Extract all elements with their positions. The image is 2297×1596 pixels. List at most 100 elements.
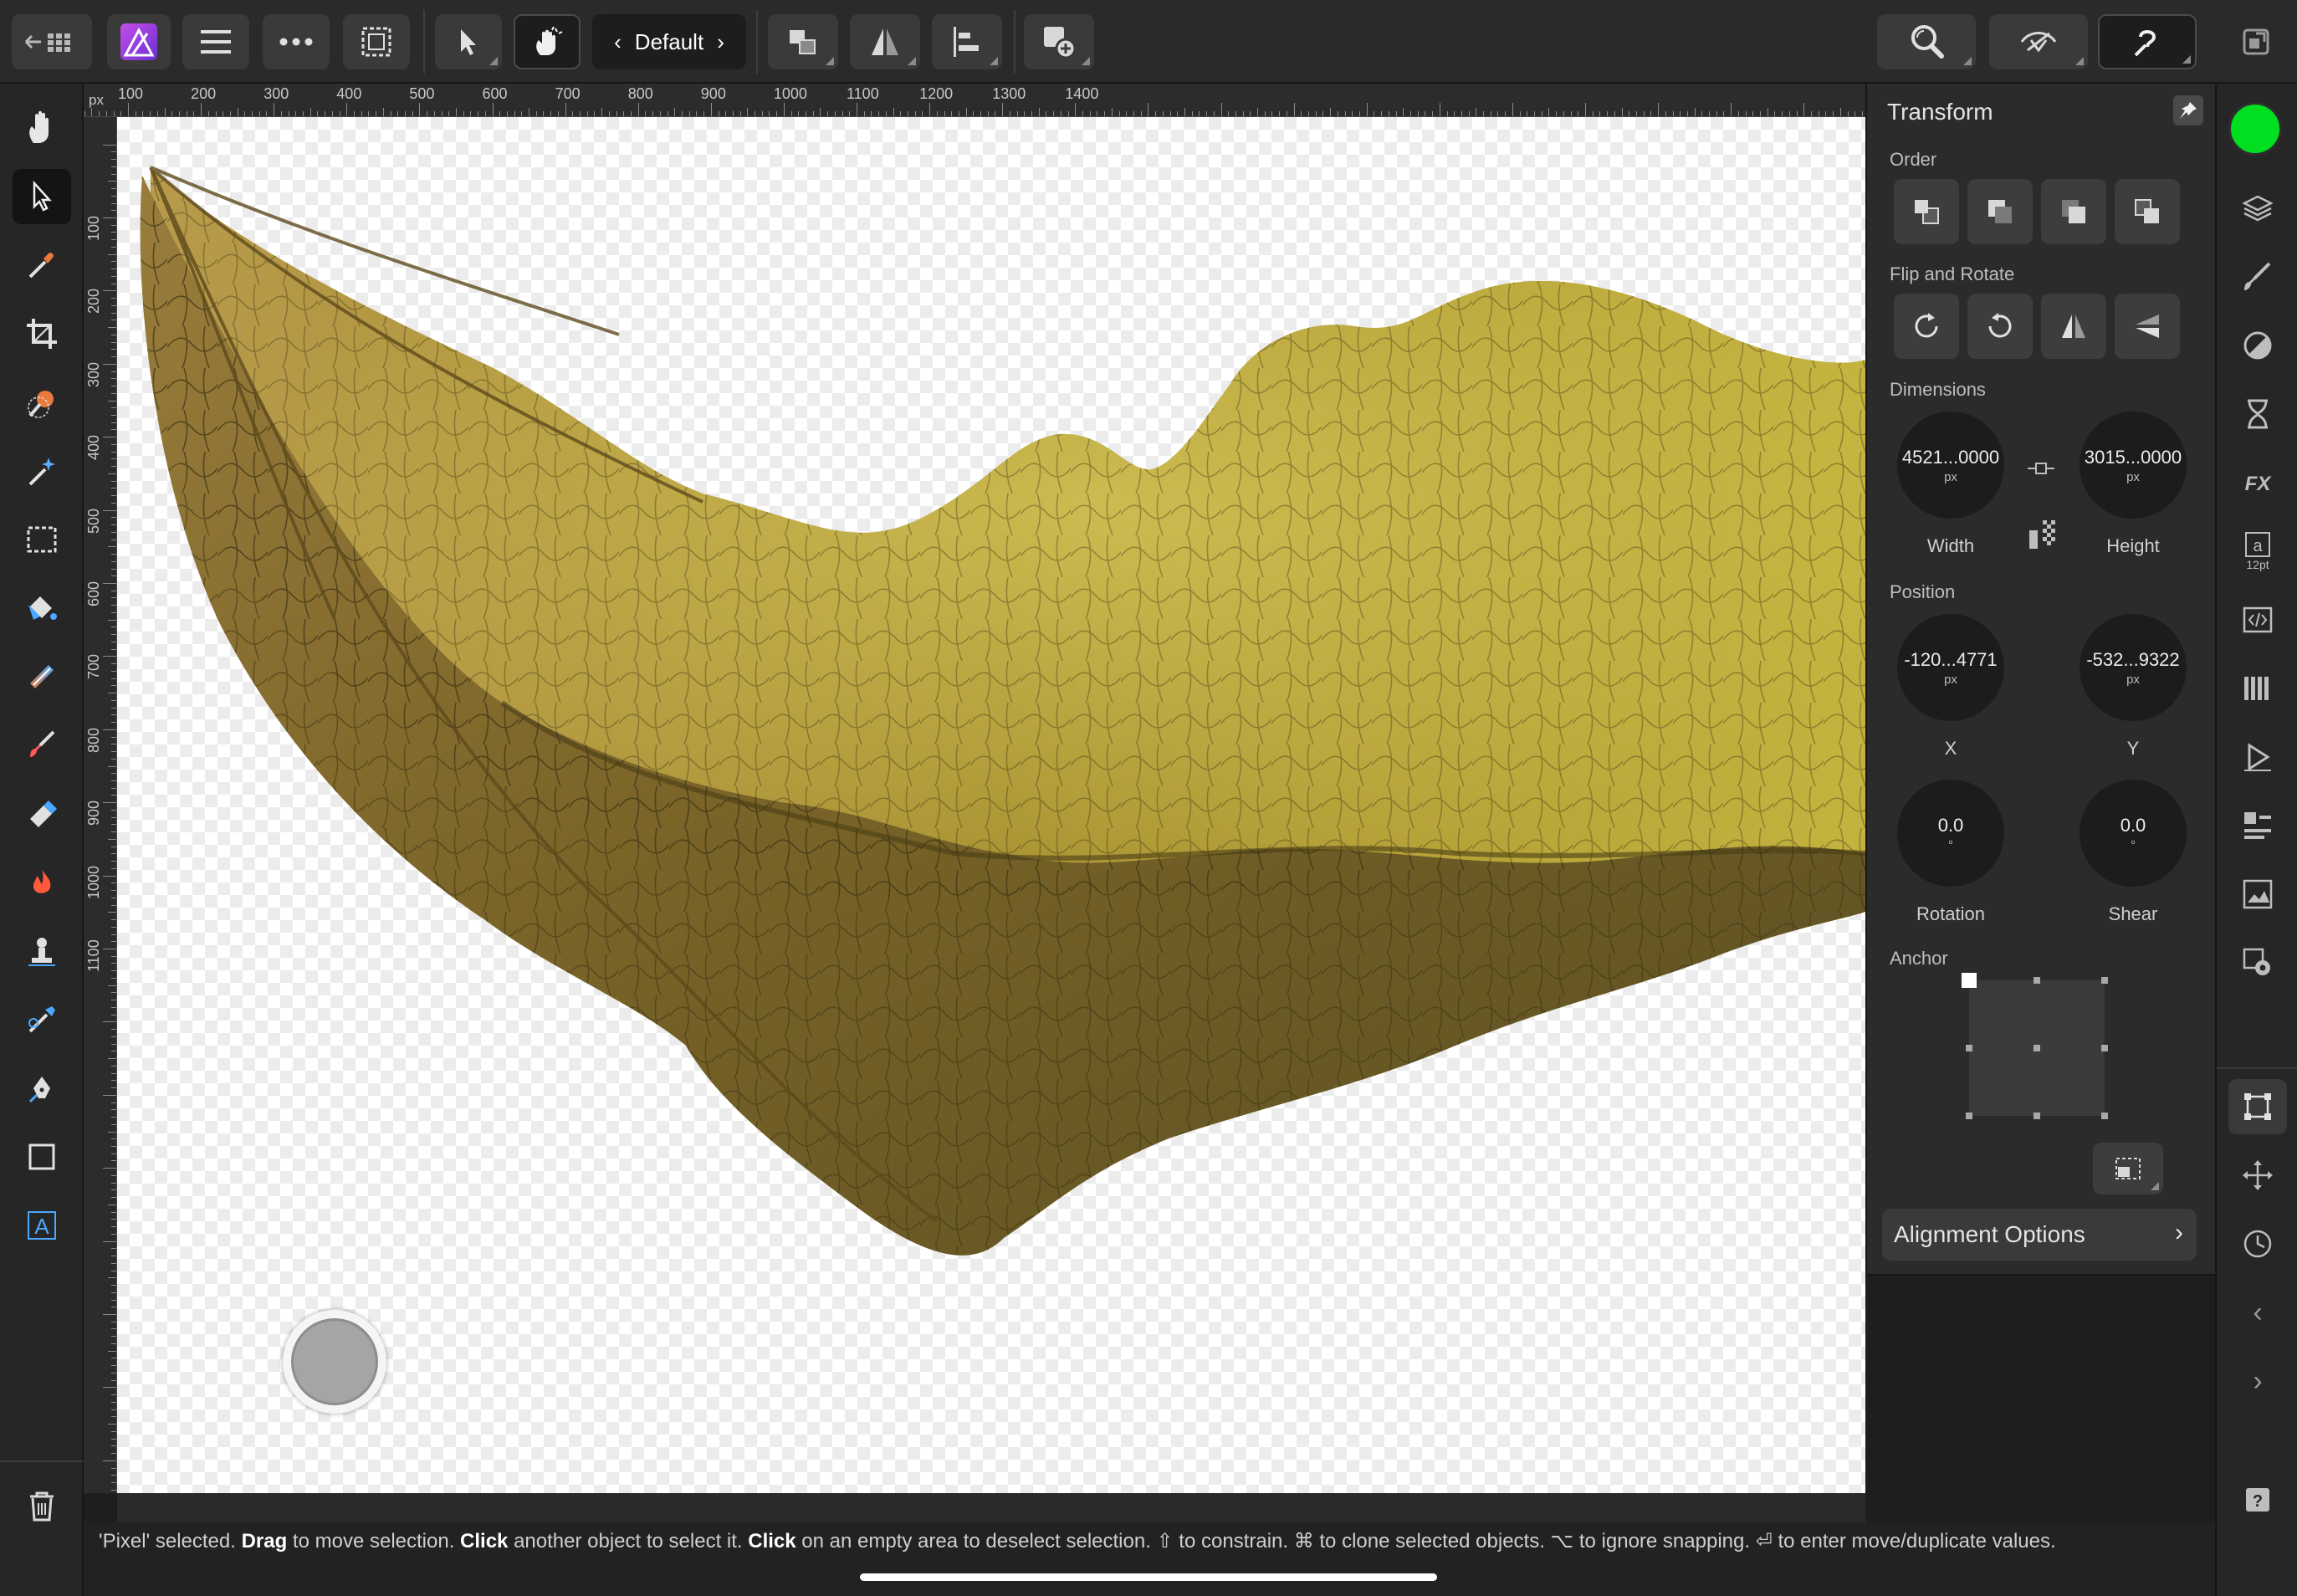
pin-panel-button[interactable] — [2173, 95, 2203, 125]
clone-tool[interactable] — [13, 923, 71, 979]
anchor-middle-left[interactable] — [1966, 1045, 1972, 1051]
anchor-mode-button[interactable] — [2093, 1143, 2163, 1194]
flood-fill-tool[interactable] — [13, 581, 71, 636]
flip-vertical-button[interactable] — [2115, 294, 2180, 359]
paint-brush-tool[interactable] — [13, 718, 71, 773]
order-back-one-button[interactable] — [1894, 179, 1959, 244]
arrange-button[interactable] — [768, 14, 838, 69]
burn-tool[interactable] — [13, 855, 71, 910]
quick-menu-button[interactable] — [283, 1310, 386, 1414]
more-menu-button[interactable] — [263, 14, 330, 69]
back-to-documents-button[interactable] — [12, 14, 92, 69]
anchor-top-right[interactable] — [2101, 977, 2108, 984]
help-studio-button[interactable]: ? — [2228, 1472, 2287, 1527]
persona-prev-icon[interactable]: ‹ — [614, 29, 622, 55]
rotation-dial[interactable]: 0.0 ° — [1897, 780, 2004, 887]
move-studio-button[interactable] — [2228, 1148, 2287, 1203]
align-button[interactable] — [932, 14, 1002, 69]
order-forward-one-button[interactable] — [2115, 179, 2180, 244]
swatches-studio-button[interactable] — [2228, 661, 2287, 716]
selection-brush-tool[interactable] — [13, 375, 71, 430]
persona-next-icon[interactable]: › — [717, 29, 724, 55]
home-indicator[interactable] — [860, 1573, 1437, 1581]
rotate-clockwise-icon — [1915, 313, 1938, 338]
ruler-top-label: 1200 — [919, 85, 954, 102]
view-tool[interactable] — [13, 100, 71, 156]
zoom-button[interactable] — [1877, 14, 1976, 69]
blemish-tool[interactable] — [13, 992, 71, 1047]
transform-studio-button[interactable] — [2228, 1079, 2287, 1134]
flip-button[interactable] — [850, 14, 920, 69]
anchor-center[interactable] — [2034, 1045, 2040, 1051]
width-value: 4521...0000 — [1901, 446, 2000, 468]
shear-dial[interactable]: 0.0 ° — [2080, 780, 2187, 887]
add-layer-button[interactable] — [1024, 14, 1094, 69]
context-toolbar-toggle-button[interactable] — [514, 14, 581, 69]
brushes-studio-button[interactable] — [2228, 249, 2287, 304]
anchor-middle-right[interactable] — [2101, 1045, 2108, 1051]
height-dial[interactable]: 3015...0000 px — [2080, 412, 2187, 519]
channels-studio-button[interactable] — [2228, 386, 2287, 442]
anchor-bottom-center[interactable] — [2034, 1113, 2040, 1119]
scale-with-object-toggle[interactable] — [2028, 519, 2058, 552]
width-dial[interactable]: 4521...0000 px — [1897, 412, 2004, 519]
stock-studio-button[interactable] — [2228, 798, 2287, 853]
gradient-tool[interactable] — [13, 649, 71, 704]
x-position-dial[interactable]: -120...4771 px — [1897, 614, 2004, 721]
persona-switcher[interactable]: ‹ Default › — [592, 14, 746, 69]
flip-horizontal-button[interactable] — [2041, 294, 2106, 359]
marquee-tool[interactable] — [13, 512, 71, 567]
y-position-dial[interactable]: -532...9322 px — [2080, 614, 2187, 721]
alignment-options-button[interactable]: Alignment Options › — [1882, 1209, 2197, 1261]
navigator-studio-button[interactable] — [2228, 867, 2287, 922]
color-picker-tool[interactable] — [13, 238, 71, 293]
color-swatch[interactable] — [2228, 102, 2282, 156]
paint-brush-icon — [30, 730, 55, 757]
flood-select-tool[interactable] — [13, 443, 71, 499]
selection-menu-button[interactable] — [343, 14, 410, 69]
help-button[interactable] — [2098, 14, 2197, 69]
order-to-back-button[interactable] — [1967, 179, 2033, 244]
link-dimensions-button[interactable] — [2026, 453, 2056, 483]
anchor-bottom-right[interactable] — [2101, 1113, 2108, 1119]
move-tool-toolbar-button[interactable] — [435, 14, 502, 69]
previous-button[interactable]: ‹ — [2228, 1285, 2287, 1340]
html-studio-button[interactable] — [2228, 592, 2287, 647]
view-mode-button[interactable] — [1989, 14, 2088, 69]
settings-studio-button[interactable] — [2228, 935, 2287, 990]
text-styles-studio-button[interactable]: a 12pt — [2228, 524, 2287, 579]
rotate-clockwise-button[interactable] — [1894, 294, 1959, 359]
anchor-bottom-left[interactable] — [1966, 1113, 1972, 1119]
order-to-front-button[interactable] — [2041, 179, 2106, 244]
rotate-counterclockwise-button[interactable] — [1967, 294, 2033, 359]
order-section-label: Order — [1890, 149, 1937, 170]
history-studio-button[interactable] — [2228, 1216, 2287, 1271]
compact-mode-button[interactable] — [2228, 14, 2284, 69]
status-part: 'Pixel' selected. — [99, 1530, 242, 1553]
anchor-top-left[interactable] — [1962, 973, 1977, 988]
crop-tool[interactable] — [13, 306, 71, 361]
affinity-menu-button[interactable] — [107, 14, 171, 69]
question-icon: ? — [2246, 1488, 2269, 1512]
move-tool[interactable] — [13, 169, 71, 224]
rectangle-tool[interactable] — [13, 1129, 71, 1184]
next-button[interactable]: › — [2228, 1353, 2287, 1409]
studio-strip: FX a 12pt ‹ › ? — [2215, 84, 2297, 1596]
document-canvas[interactable] — [117, 117, 1865, 1493]
erase-brush-tool[interactable] — [13, 786, 71, 841]
align-left-icon — [954, 27, 979, 57]
svg-text:?: ? — [2253, 1492, 2263, 1511]
hamburger-menu-button[interactable] — [182, 14, 249, 69]
text-size-label: 12pt — [2246, 558, 2269, 571]
layers-studio-button[interactable] — [2228, 181, 2287, 236]
text-tool[interactable]: A — [13, 1198, 71, 1253]
pen-tool[interactable] — [13, 1061, 71, 1116]
anchor-section-label: Anchor — [1890, 948, 1948, 969]
anchor-top-center[interactable] — [2034, 977, 2040, 984]
delete-button[interactable] — [13, 1479, 71, 1534]
fx-studio-button[interactable]: FX — [2228, 455, 2287, 510]
adjustments-studio-button[interactable] — [2228, 318, 2287, 373]
horizontal-ruler[interactable]: 100 200 300 400 500 600 700 800 900 1000 1100 1200 1… — [84, 84, 1865, 117]
vertical-ruler[interactable]: 100 200 300 400 500 600 700 800 900 1000 1100 — [84, 117, 117, 1493]
macro-studio-button[interactable] — [2228, 729, 2287, 785]
